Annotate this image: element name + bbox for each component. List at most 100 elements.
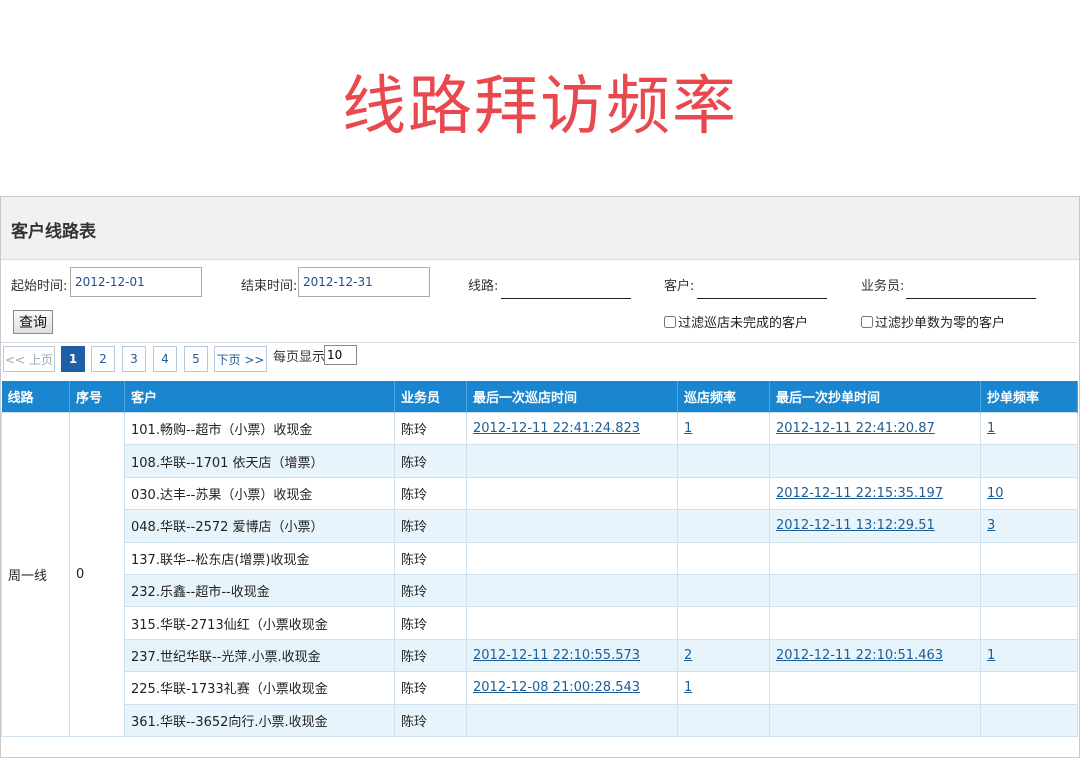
customer-cell: 361.华联--3652向行.小票.收现金	[124, 703, 395, 737]
last-visit-link[interactable]: 2012-12-11 22:10:55.573	[473, 648, 640, 663]
table-row: 030.达丰--苏果（小票）收现金 陈玲 2012-12-11 22:15:35.1…	[2, 476, 1078, 511]
order-freq-link[interactable]: 1	[987, 421, 995, 436]
visit-freq-cell	[677, 509, 770, 543]
salesman-cell: 陈玲	[394, 444, 467, 478]
next-page-button[interactable]: 下页 >>	[214, 346, 267, 372]
salesman-cell: 陈玲	[394, 638, 467, 673]
table-row: 137.联华--松东店(增票)收现金 陈玲	[2, 541, 1078, 575]
customer-cell: 315.华联-2713仙红（小票收现金	[124, 606, 395, 640]
order-freq-cell	[980, 606, 1078, 640]
table-row: 048.华联--2572 爱博店（小票） 陈玲 2012-12-11 13:12:2…	[2, 509, 1078, 543]
visit-freq-cell	[677, 573, 770, 608]
page-3-button[interactable]: 3	[122, 346, 146, 372]
last-visit-cell	[466, 703, 678, 737]
visit-freq-link[interactable]: 1	[684, 680, 692, 695]
col-order-freq: 抄单频率	[980, 381, 1078, 413]
col-customer: 客户	[124, 381, 395, 413]
last-visit-link[interactable]: 2012-12-08 21:00:28.543	[473, 680, 640, 695]
page-1-button[interactable]: 1	[61, 346, 85, 372]
page-title: 线路拜访频率	[342, 70, 738, 144]
last-visit-cell	[466, 606, 678, 640]
customer-cell: 225.华联-1733礼赛（小票收现金	[124, 671, 395, 705]
filter-zero-orders-label: 过滤抄单数为零的客户	[875, 316, 1006, 331]
salesman-cell: 陈玲	[394, 411, 467, 446]
last-order-cell: 2012-12-11 13:12:29.51	[769, 509, 981, 543]
page-4-button[interactable]: 4	[153, 346, 177, 372]
customer-cell: 237.世纪华联--光萍.小票.收现金	[124, 638, 395, 673]
last-visit-cell	[466, 476, 678, 511]
last-visit-link[interactable]: 2012-12-11 22:41:24.823	[473, 421, 640, 436]
route-input[interactable]	[501, 278, 631, 299]
filter-zero-orders-checkbox[interactable]: 过滤抄单数为零的客户	[861, 312, 1005, 331]
salesman-cell: 陈玲	[394, 703, 467, 737]
table-row: 361.华联--3652向行.小票.收现金 陈玲	[2, 703, 1078, 737]
visit-freq-link[interactable]: 1	[684, 421, 692, 436]
salesman-label: 业务员:	[861, 279, 905, 294]
last-order-link[interactable]: 2012-12-11 13:12:29.51	[776, 518, 935, 533]
col-seq: 序号	[69, 381, 125, 413]
salesman-cell: 陈玲	[394, 671, 467, 705]
last-visit-cell: 2012-12-08 21:00:28.543	[466, 671, 678, 705]
col-route: 线路	[1, 381, 70, 413]
customer-cell: 137.联华--松东店(增票)收现金	[124, 541, 395, 575]
order-freq-cell	[980, 703, 1078, 737]
visit-freq-cell	[677, 703, 770, 737]
pagination: << 上页 1 2 3 4 5 下页 >> 每页显示	[1, 343, 1077, 377]
order-freq-cell	[980, 541, 1078, 575]
prev-page-button[interactable]: << 上页	[3, 346, 55, 372]
last-order-link[interactable]: 2012-12-11 22:41:20.87	[776, 421, 935, 436]
order-freq-cell: 10	[980, 476, 1078, 511]
last-visit-cell	[466, 509, 678, 543]
last-order-cell: 2012-12-11 22:41:20.87	[769, 411, 981, 446]
visit-freq-cell	[677, 541, 770, 575]
salesman-cell: 陈玲	[394, 509, 467, 543]
per-page-input[interactable]	[324, 345, 357, 365]
table-row: 108.华联--1701 依天店（增票） 陈玲	[2, 444, 1078, 478]
customer-input[interactable]	[697, 278, 827, 299]
customer-label: 客户:	[664, 279, 695, 294]
last-order-link[interactable]: 2012-12-11 22:10:51.463	[776, 648, 943, 663]
order-freq-cell	[980, 444, 1078, 478]
panel-header: 客户线路表	[1, 197, 1079, 260]
filter-incomplete-checkbox[interactable]: 过滤巡店未完成的客户	[664, 312, 808, 331]
seq-cell: 0	[69, 412, 125, 737]
page-2-button[interactable]: 2	[91, 346, 115, 372]
customer-cell: 108.华联--1701 依天店（增票）	[124, 444, 395, 478]
col-last-visit: 最后一次巡店时间	[466, 381, 678, 413]
last-visit-cell	[466, 444, 678, 478]
per-page-label: 每页显示	[273, 350, 326, 365]
visit-freq-cell	[677, 606, 770, 640]
salesman-cell: 陈玲	[394, 606, 467, 640]
table-header-row: 线路 序号 客户 业务员 最后一次巡店时间 巡店频率 最后一次抄单时间 抄单频率	[1, 381, 1078, 413]
salesman-cell: 陈玲	[394, 573, 467, 608]
last-visit-cell: 2012-12-11 22:10:55.573	[466, 638, 678, 673]
last-visit-cell: 2012-12-11 22:41:24.823	[466, 411, 678, 446]
order-freq-link[interactable]: 3	[987, 518, 995, 533]
last-order-cell	[769, 703, 981, 737]
last-order-cell: 2012-12-11 22:10:51.463	[769, 638, 981, 673]
query-button[interactable]: 查询	[13, 310, 53, 334]
last-order-cell	[769, 444, 981, 478]
last-visit-cell	[466, 573, 678, 608]
filter-incomplete-label: 过滤巡店未完成的客户	[678, 316, 809, 331]
table-row: 周一线 0 101.畅购--超市（小票）收现金 陈玲 2012-12-11 22:41:…	[1, 411, 1078, 737]
col-salesman: 业务员	[394, 381, 467, 413]
order-freq-link[interactable]: 10	[987, 486, 1004, 501]
last-order-cell	[769, 606, 981, 640]
filter-incomplete-check[interactable]	[664, 315, 676, 328]
customer-cell: 101.畅购--超市（小票）收现金	[124, 411, 395, 446]
last-order-link[interactable]: 2012-12-11 22:15:35.197	[776, 486, 943, 501]
order-freq-link[interactable]: 1	[987, 648, 995, 663]
filter-zero-orders-check[interactable]	[861, 315, 873, 328]
salesman-input[interactable]	[906, 278, 1036, 299]
col-visit-freq: 巡店频率	[677, 381, 770, 413]
col-last-order: 最后一次抄单时间	[769, 381, 981, 413]
order-freq-cell	[980, 671, 1078, 705]
filter-bar: 起始时间: 结束时间: 线路: 客户: 业务员: 查询 过滤巡店未完成的客户 过…	[1, 260, 1077, 343]
page-5-button[interactable]: 5	[184, 346, 208, 372]
visit-freq-link[interactable]: 2	[684, 648, 692, 663]
end-time-input[interactable]	[298, 267, 430, 297]
order-freq-cell: 1	[980, 411, 1078, 446]
start-time-input[interactable]	[70, 267, 202, 297]
salesman-cell: 陈玲	[394, 541, 467, 575]
